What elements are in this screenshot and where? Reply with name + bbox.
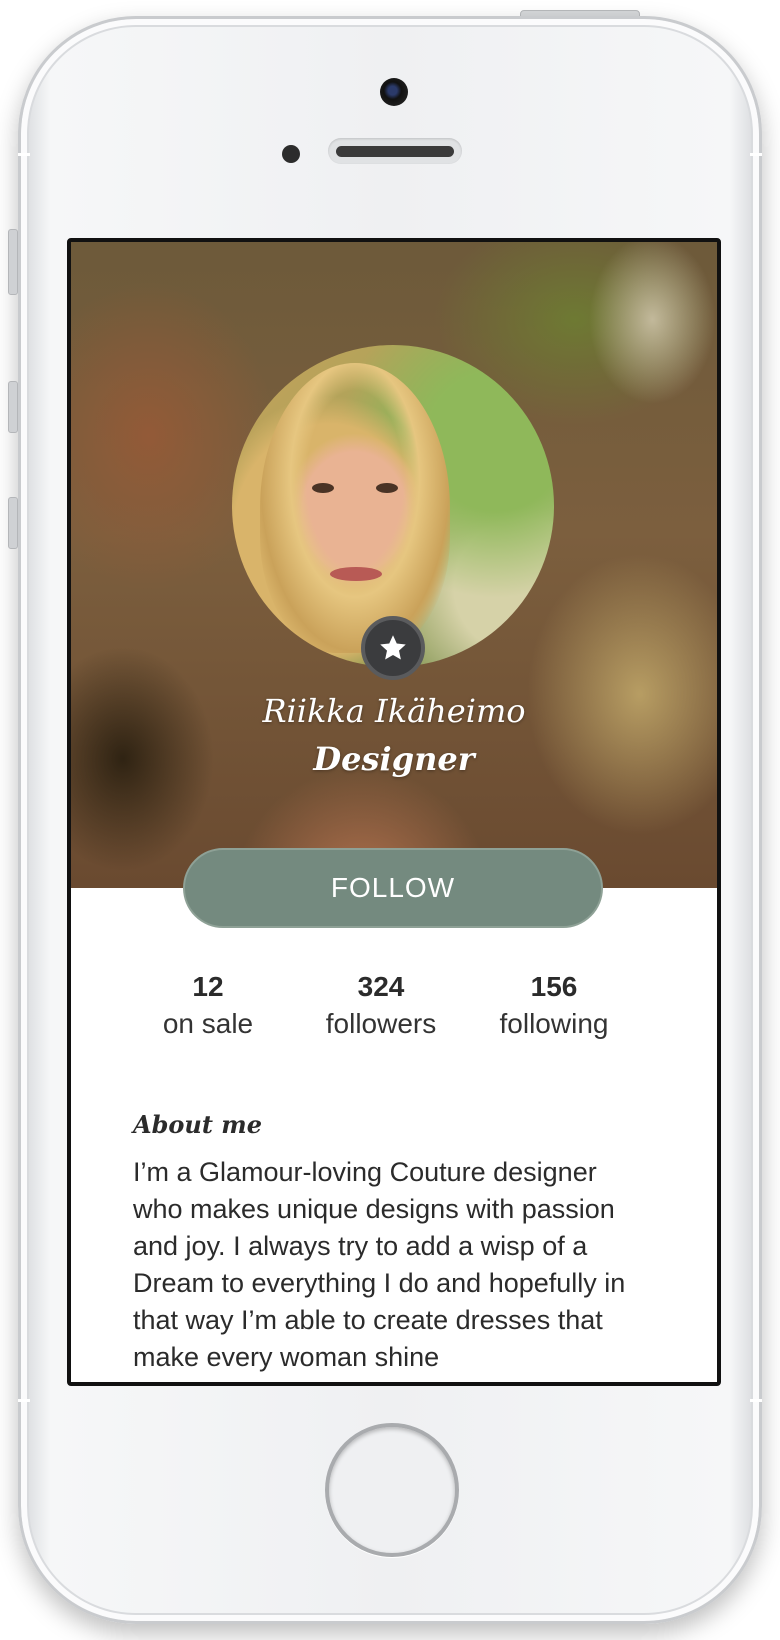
antenna-band xyxy=(18,153,30,156)
proximity-sensor xyxy=(282,145,300,163)
profile-name: Riikka Ikäheimo xyxy=(262,692,526,730)
avatar-eyes xyxy=(310,483,400,495)
volume-up-button xyxy=(8,381,18,433)
mute-switch xyxy=(8,229,18,295)
stat-label: on sale xyxy=(162,1008,254,1039)
stat-label: following xyxy=(499,1008,609,1039)
device-mockup: Riikka Ikäheimo Designer FOLLOW 12 on sa… xyxy=(0,0,780,1640)
avatar-hair xyxy=(260,363,450,653)
earpiece-speaker xyxy=(328,138,462,164)
avatar-lips xyxy=(330,567,382,581)
stat-label: followers xyxy=(325,1008,437,1039)
follow-button[interactable]: FOLLOW xyxy=(183,848,603,928)
about-text: I’m a Glamour-loving Couture designer wh… xyxy=(133,1157,626,1372)
star-badge xyxy=(361,616,425,680)
stat-following[interactable]: 156 following xyxy=(454,970,654,1044)
stat-value: 324 xyxy=(357,971,405,1002)
stat-followers[interactable]: 324 followers xyxy=(281,970,481,1044)
stat-value: 156 xyxy=(530,971,578,1002)
profile-header: Riikka Ikäheimo Designer xyxy=(71,242,717,888)
star-icon xyxy=(380,635,406,660)
volume-down-button xyxy=(8,497,18,549)
app-screen: Riikka Ikäheimo Designer FOLLOW 12 on sa… xyxy=(67,238,721,1386)
profile-role: Designer xyxy=(313,740,475,778)
antenna-band xyxy=(18,1399,30,1402)
front-camera xyxy=(380,78,408,106)
antenna-band xyxy=(750,153,762,156)
profile-stats: 12 on sale 324 followers 156 following xyxy=(71,970,717,1060)
home-button[interactable] xyxy=(325,1423,459,1557)
stat-value: 12 xyxy=(192,971,224,1002)
antenna-band xyxy=(750,1399,762,1402)
stat-on-sale[interactable]: 12 on sale xyxy=(108,970,308,1044)
about-heading: About me xyxy=(133,1110,262,1139)
